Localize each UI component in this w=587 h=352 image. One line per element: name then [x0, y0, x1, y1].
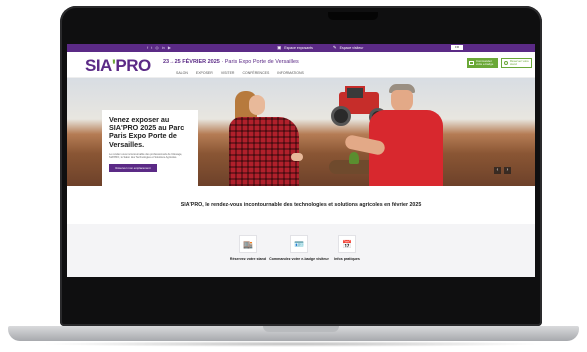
nav-item-informations[interactable]: Informations — [277, 71, 304, 75]
book-stand-label: Réservez votre stand — [510, 59, 529, 67]
event-dates: 23→25 FÉVRIER 2025 · Paris Expo Porte de… — [163, 59, 299, 65]
instagram-icon[interactable]: ◎ — [155, 45, 159, 51]
logo-text-end: PRO — [115, 56, 151, 75]
woman-plaid-shirt — [229, 117, 299, 186]
utility-links: ▣ Espace exposants ✎ Espace visiteur — [277, 44, 363, 52]
tractor-wheel — [331, 106, 351, 126]
camera-notch — [328, 12, 378, 20]
farmer-man-photo — [343, 84, 459, 186]
quicklink-info-label: Infos pratiques — [334, 257, 360, 261]
ticket-icon — [469, 61, 474, 65]
reserve-spot-button[interactable]: Réserver mon emplacement — [109, 163, 157, 172]
site-header: SIA'PRO 23→25 FÉVRIER 2025 · Paris Expo … — [67, 52, 535, 78]
man-face — [391, 90, 413, 112]
logo-text-main: SIA — [85, 56, 112, 75]
nav-item-visiter[interactable]: Visiter — [221, 71, 235, 75]
linkedin-icon[interactable]: in — [162, 45, 165, 51]
carousel-prev-button[interactable]: ‹ — [494, 167, 501, 174]
seedling — [349, 152, 359, 164]
laptop-shadow — [40, 341, 547, 347]
event-venue: · Paris Expo Porte de Versailles — [221, 59, 299, 65]
laptop-base — [8, 326, 579, 341]
visitor-space-link[interactable]: ✎ Espace visiteur — [333, 44, 364, 52]
order-badge-label: Commandez votre e-badge — [476, 59, 494, 67]
visitor-space-label: Espace visiteur — [339, 46, 364, 50]
nav-item-salon[interactable]: Salon — [176, 71, 188, 75]
pencil-icon: ✎ — [332, 45, 337, 50]
stand-icon — [504, 61, 508, 65]
calendar-icon: 📅 — [338, 235, 356, 253]
storefront-icon: 🏬 — [239, 235, 257, 253]
language-select[interactable]: FR — [451, 45, 463, 50]
twitter-icon[interactable]: t — [151, 45, 152, 51]
facebook-icon[interactable]: f — [147, 45, 148, 51]
social-links: f t ◎ in ▶ — [147, 45, 171, 51]
id-badge-icon: 🪪 — [290, 235, 308, 253]
hero-banner: Venez exposer au SIA'PRO 2025 au Parc Pa… — [67, 78, 535, 186]
farmer-woman-photo — [227, 91, 327, 186]
book-stand-button[interactable]: Réservez votre stand — [501, 58, 532, 68]
website-screen: f t ◎ in ▶ ▣ Espace exposants ✎ Espace v… — [67, 44, 535, 277]
hero-title: Venez exposer au SIA'PRO 2025 au Parc Pa… — [109, 115, 185, 149]
youtube-icon[interactable]: ▶ — [168, 45, 171, 51]
quicklink-info[interactable]: 📅 Infos pratiques — [317, 235, 377, 261]
carousel-next-button[interactable]: › — [504, 167, 511, 174]
tractor-cab — [345, 86, 365, 100]
tagline: SIA'PRO, le rendez-vous incontournable d… — [180, 201, 422, 208]
main-navigation: Salon Exposer Visiter Conférences Inform… — [176, 71, 304, 75]
order-badge-button[interactable]: Commandez votre e-badge — [467, 58, 498, 68]
event-dates-text: 23→25 FÉVRIER 2025 — [163, 59, 220, 65]
exhibitor-space-label: Espace exposants — [284, 46, 313, 50]
sia-pro-logo[interactable]: SIA'PRO — [85, 56, 151, 76]
quick-links: 🏬 Réservez votre stand 🪪 Commandez votre… — [67, 224, 535, 277]
laptop-base-notch — [263, 326, 339, 332]
hero-promo-card: Venez exposer au SIA'PRO 2025 au Parc Pa… — [102, 110, 198, 186]
woman-face — [249, 95, 265, 115]
nav-item-conferences[interactable]: Conférences — [242, 71, 269, 75]
badge-icon: ▣ — [277, 45, 282, 50]
exhibitor-space-link[interactable]: ▣ Espace exposants — [277, 44, 313, 52]
hero-description: Le rendez-vous incontournable des profes… — [109, 152, 183, 160]
utility-bar: f t ◎ in ▶ ▣ Espace exposants ✎ Espace v… — [67, 44, 535, 52]
woman-hand — [291, 153, 303, 161]
nav-item-exposer[interactable]: Exposer — [196, 71, 213, 75]
